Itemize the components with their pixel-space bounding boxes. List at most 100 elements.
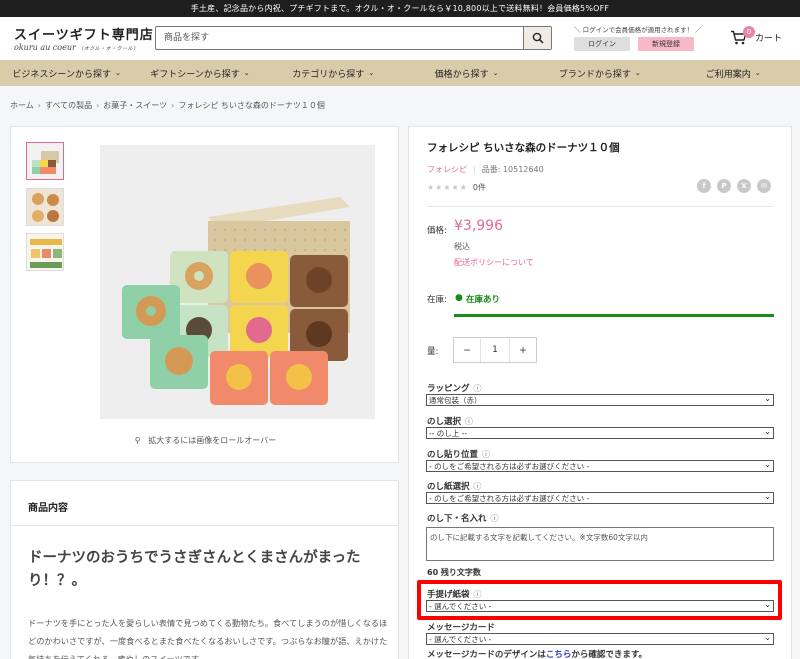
brand-link[interactable]: フォレシピ [427,165,467,174]
review-count: 0件 [472,183,486,192]
breadcrumb: ホーム › すべての製品 › お菓子・スイーツ › フォレシピ ちいさな森のドーナツ１０個 [10,100,325,111]
info-icon[interactable]: ⓘ [474,384,482,393]
chevron-down-icon: ⌄ [634,69,641,77]
description-panel: 商品内容 ドーナツのおうちでうさぎさんとくまさんがまったり！？。 ドーナツを手に… [10,480,399,659]
price-label: 価格: [427,226,447,236]
thumbnail-image [27,234,63,270]
pinterest-share-icon[interactable]: P [717,179,731,193]
breadcrumb-all-products[interactable]: すべての製品 [45,101,92,110]
thumbnail-image [27,143,63,179]
chevron-down-icon: ⌄ [764,427,771,436]
chevron-down-icon: ⌄ [764,633,771,642]
remaining-chars: 60 残り文字数 [427,568,481,577]
star-rating-icon: ★★★★★ [427,183,468,192]
thumbnail-3[interactable] [26,233,64,271]
product-meta: フォレシピ | 品番: 10512640 [427,165,544,174]
quantity-stepper: − 1 + [453,337,537,363]
logo-subtitle: okuru au coeur （オクル・オ・クール） [14,43,139,52]
thumbnail-image [27,189,63,225]
x-share-icon[interactable]: X [737,179,751,193]
nav-guide[interactable]: ご利用案内 ⌄ [666,60,799,86]
nav-business[interactable]: ビジネスシーンから探す ⌄ [0,60,133,86]
search-icon: ⚲ [134,436,141,445]
logo-title[interactable]: スイーツギフト専門店 [14,24,154,43]
cart-link[interactable]: 0 カート [730,26,783,45]
email-share-icon[interactable]: ✉ [757,179,771,193]
message-card-note: メッセージカードのデザインはこちらから確認できます。 [427,650,648,659]
register-button[interactable]: 新規登録 [638,37,694,51]
noshi-label: のし選択 ⓘ [427,417,474,427]
breadcrumb-home[interactable]: ホーム [10,101,34,110]
nav-category[interactable]: カテゴリから探す ⌄ [267,60,400,86]
nav-brand[interactable]: ブランドから探す ⌄ [533,60,666,86]
chevron-down-icon: ⌄ [114,69,121,77]
product-sku: 品番: 10512640 [481,165,544,174]
nav-price[interactable]: 価格から探す ⌄ [400,60,533,86]
main-product-image[interactable] [100,145,375,419]
name-label: のし下・名入れ ⓘ [427,514,499,524]
chevron-down-icon: ⌄ [243,69,250,77]
description-title: ドーナツのおうちでうさぎさんとくまさんがまったり！？。 [28,550,361,589]
search-icon [532,32,544,44]
product-photo [100,145,375,419]
zoom-hint: ⚲ 拡大するには画像をロールオーバー [134,436,277,445]
message-card-design-link[interactable]: こちら [546,650,572,659]
nav-gift[interactable]: ギフトシーンから探す ⌄ [133,60,266,86]
info-icon[interactable]: ⓘ [482,450,490,459]
thumbnail-1[interactable] [26,142,64,180]
login-button[interactable]: ログイン [574,37,630,51]
quantity-decrease-button[interactable]: − [454,338,480,362]
noshi-paper-label: のし紙選択 ⓘ [427,482,482,492]
search-button[interactable] [523,27,551,49]
divider [11,525,398,526]
product-gallery: ⚲ 拡大するには画像をロールオーバー [10,126,399,463]
info-icon[interactable]: ⓘ [491,514,499,523]
promo-bar: 手土産、記念品から内祝、プチギフトまで。オクル・オ・クールなら￥10,800以上… [0,0,800,17]
description-heading: 商品内容 [28,503,68,514]
stock-level-bar [454,314,774,317]
product-title: フォレシピ ちいさな森のドーナツ１０個 [427,142,620,154]
breadcrumb-separator: › [37,101,41,110]
noshi-position-label: のし貼り位置 ⓘ [427,450,491,460]
cart-label: カート [755,34,783,44]
noshi-paper-select[interactable]: - のしをご希望される方は必ずお選びください - ⌄ [426,492,774,504]
wrapping-select[interactable]: 通常包装（赤） ⌄ [426,394,774,406]
chevron-down-icon: ⌄ [368,69,375,77]
noshi-position-select[interactable]: - のしをご希望される方は必ずお選びください - ⌄ [426,460,774,472]
message-card-select[interactable]: - 選んでください - ⌄ [426,633,774,645]
price-value: ¥3,996 [454,218,503,234]
quantity-input[interactable]: 1 [480,338,510,362]
main-nav: ビジネスシーンから探す ⌄ ギフトシーンから探す ⌄ カテゴリから探す ⌄ 価格から探… [0,60,800,86]
stock-status-icon: ● [455,293,463,303]
name-textarea[interactable]: のし下に記載する文字を記載してください。※文字数60文字以内 [426,527,774,561]
search-box [155,26,552,50]
info-icon[interactable]: ⓘ [474,482,482,491]
rating[interactable]: ★★★★★ 0件 [427,182,486,193]
noshi-select[interactable]: -- のし上 -- ⌄ [426,427,774,439]
tax-note: 税込 [454,242,470,251]
stock-value: 在庫あり [466,295,501,305]
breadcrumb-separator: › [96,101,100,110]
highlight-box [417,580,782,620]
facebook-share-icon[interactable]: f [697,179,711,193]
divider [427,206,774,207]
quantity-label: 量: [427,347,439,357]
quantity-increase-button[interactable]: + [510,338,536,362]
chevron-down-icon: ⌄ [754,69,761,77]
site-header: スイーツギフト専門店 okuru au coeur （オクル・オ・クール） ＼ … [0,17,800,60]
breadcrumb-current: フォレシピ ちいさな森のドーナツ１０個 [178,101,325,110]
breadcrumb-sweets[interactable]: お菓子・スイーツ [103,101,167,110]
search-input[interactable] [156,27,523,49]
stock-label: 在庫: [427,295,447,305]
shipping-policy-link[interactable]: 配送ポリシーについて [454,257,534,268]
chevron-down-icon: ⌄ [764,492,771,501]
chevron-down-icon: ⌄ [764,460,771,469]
description-body: ドーナツを手にとった人を愛らしい表情で見つめてくる動物たち。食べてしまうのが惜し… [28,618,388,659]
thumbnail-2[interactable] [26,188,64,226]
chevron-down-icon: ⌄ [492,69,499,77]
chevron-down-icon: ⌄ [764,394,771,403]
wrapping-label: ラッピング ⓘ [427,384,482,394]
message-card-label: メッセージカード [427,623,495,633]
cart-count-badge: 0 [743,26,755,38]
info-icon[interactable]: ⓘ [465,417,473,426]
